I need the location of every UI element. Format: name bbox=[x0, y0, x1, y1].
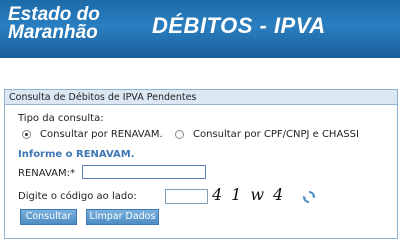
renavam-label: RENAVAM:* bbox=[18, 168, 75, 179]
radio-cpf-chassi[interactable] bbox=[175, 130, 184, 139]
page-title: DÉBITOS - IPVA bbox=[152, 13, 326, 38]
limpar-dados-button[interactable]: Limpar Dados bbox=[86, 209, 159, 225]
radio-renavam-label[interactable]: Consultar por RENAVAM. bbox=[40, 129, 163, 140]
captcha-label: Digite o código ao lado: bbox=[18, 191, 137, 202]
info-text: Informe o RENAVAM. bbox=[18, 149, 135, 160]
radio-renavam[interactable] bbox=[22, 130, 31, 139]
query-type-label: Tipo da consulta: bbox=[18, 113, 104, 124]
captcha-image: 41w4 bbox=[212, 185, 293, 204]
refresh-icon[interactable] bbox=[302, 190, 316, 204]
renavam-input[interactable] bbox=[82, 165, 206, 179]
panel-title: Consulta de Débitos de IPVA Pendentes bbox=[5, 90, 397, 105]
state-line-2: Maranhão bbox=[8, 22, 98, 43]
page-header: Estado do Maranhão DÉBITOS - IPVA bbox=[0, 0, 400, 58]
captcha-input[interactable] bbox=[165, 189, 208, 204]
radio-cpf-chassi-label[interactable]: Consultar por CPF/CNPJ e CHASSI bbox=[193, 129, 359, 140]
state-logo-text: Estado do Maranhão bbox=[8, 5, 100, 43]
consultar-button[interactable]: Consultar bbox=[20, 209, 77, 225]
